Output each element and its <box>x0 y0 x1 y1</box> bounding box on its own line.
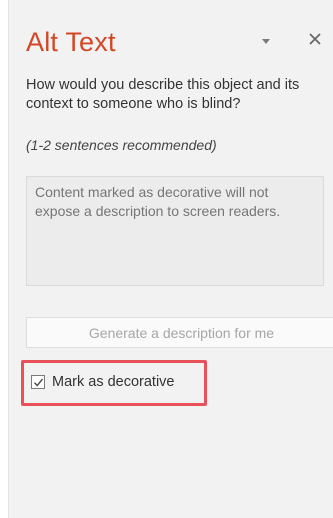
checkmark-icon <box>34 378 44 387</box>
close-icon[interactable] <box>306 30 324 48</box>
description-question: How would you describe this object and i… <box>26 77 300 112</box>
alt-text-pane: Alt Text How would you describe this obj… <box>8 0 333 518</box>
pane-options-icon[interactable] <box>259 33 273 44</box>
sentence-hint: (1-2 sentences recommended) <box>26 137 217 153</box>
mark-as-decorative-option[interactable]: Mark as decorative <box>31 372 175 392</box>
decorative-checkbox[interactable] <box>31 375 45 389</box>
pane-title: Alt Text <box>26 27 116 57</box>
generate-description-button[interactable]: Generate a description for me <box>26 317 333 348</box>
description-field[interactable] <box>26 176 324 286</box>
decorative-label: Mark as decorative <box>52 374 175 390</box>
